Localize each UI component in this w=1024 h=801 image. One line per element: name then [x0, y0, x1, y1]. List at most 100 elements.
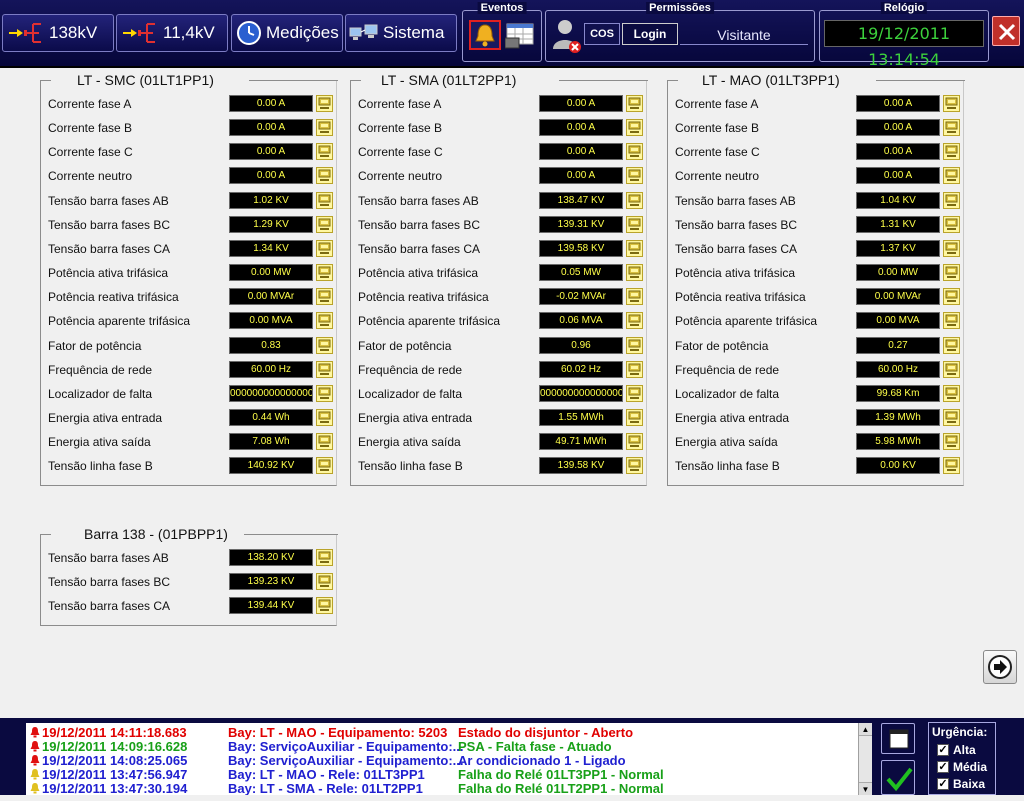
checkbox-alta[interactable]: ✓ — [937, 744, 949, 756]
point-detail-button[interactable] — [316, 360, 333, 378]
measurement-label: Localizador de falta — [358, 386, 463, 401]
point-detail-button[interactable] — [943, 264, 960, 282]
measurement-row: Potência reativa trifásica -0.02 MVAr — [351, 287, 646, 311]
point-detail-button[interactable] — [316, 336, 333, 354]
point-detail-button[interactable] — [943, 119, 960, 137]
point-detail-button[interactable] — [316, 384, 333, 402]
point-detail-button[interactable] — [943, 384, 960, 402]
point-detail-button[interactable] — [943, 239, 960, 257]
point-detail-button[interactable] — [626, 167, 643, 185]
point-detail-button[interactable] — [943, 95, 960, 112]
point-detail-button[interactable] — [316, 312, 333, 330]
point-detail-button[interactable] — [943, 336, 960, 354]
measurement-label: Corrente neutro — [675, 169, 760, 184]
point-detail-button[interactable] — [316, 549, 333, 566]
point-tag-icon — [627, 120, 642, 135]
point-detail-button[interactable] — [316, 457, 333, 475]
point-detail-button[interactable] — [316, 167, 333, 185]
point-detail-button[interactable] — [626, 336, 643, 354]
urgency-media[interactable]: ✓ Média — [937, 760, 987, 774]
point-detail-button[interactable] — [943, 360, 960, 378]
point-detail-button[interactable] — [626, 384, 643, 402]
event-list-scrollbar[interactable]: ▲ ▼ — [858, 723, 872, 795]
measurement-value: 60.00 Hz — [229, 360, 313, 378]
point-detail-button[interactable] — [943, 167, 960, 185]
point-detail-button[interactable] — [626, 312, 643, 330]
point-detail-button[interactable] — [316, 288, 333, 306]
point-detail-button[interactable] — [943, 408, 960, 426]
measurement-label: Potência reativa trifásica — [675, 290, 806, 305]
event-row[interactable]: 19/12/2011 13:47:56.947 Bay: LT - MAO - R… — [26, 767, 858, 782]
measurement-label: Potência ativa trifásica — [358, 266, 479, 281]
point-detail-button[interactable] — [943, 215, 960, 233]
urgency-baixa[interactable]: ✓ Baixa — [937, 777, 985, 791]
point-tag-icon — [317, 410, 332, 425]
point-detail-button[interactable] — [316, 215, 333, 233]
point-detail-button[interactable] — [943, 143, 960, 161]
point-detail-button[interactable] — [626, 360, 643, 378]
window-toggle-button[interactable] — [881, 723, 915, 754]
event-table-button[interactable] — [504, 20, 537, 50]
scroll-down-icon[interactable]: ▼ — [859, 782, 872, 795]
measurement-label: Energia ativa saída — [48, 435, 151, 450]
event-row[interactable]: 19/12/2011 14:11:18.683 Bay: LT - MAO - E… — [26, 725, 858, 740]
point-detail-button[interactable] — [626, 239, 643, 257]
point-detail-button[interactable] — [316, 433, 333, 451]
point-detail-button[interactable] — [943, 191, 960, 209]
nav-sistema-button[interactable]: Sistema — [345, 14, 457, 52]
nav-11kv-button[interactable]: 11,4kV — [116, 14, 228, 52]
checkbox-baixa[interactable]: ✓ — [937, 778, 949, 790]
point-detail-button[interactable] — [316, 143, 333, 161]
measurement-row: Corrente neutro 0.00 A — [41, 166, 336, 190]
bell-icon — [471, 24, 499, 52]
measurement-label: Energia ativa saída — [358, 435, 461, 450]
point-detail-button[interactable] — [626, 288, 643, 306]
login-button[interactable]: Login — [622, 23, 678, 45]
point-detail-button[interactable] — [626, 457, 643, 475]
point-detail-button[interactable] — [943, 312, 960, 330]
acknowledge-button[interactable] — [881, 760, 915, 795]
measurement-row: Tensão barra fases CA 1.34 KV — [41, 239, 336, 263]
point-detail-button[interactable] — [626, 264, 643, 282]
urgency-alta[interactable]: ✓ Alta — [937, 743, 976, 757]
point-detail-button[interactable] — [626, 119, 643, 137]
point-detail-button[interactable] — [626, 433, 643, 451]
point-detail-button[interactable] — [943, 457, 960, 475]
event-row[interactable]: 19/12/2011 14:09:16.628 Bay: ServiçoAuxil… — [26, 739, 858, 754]
point-detail-button[interactable] — [316, 573, 333, 591]
measurement-label: Corrente fase A — [358, 97, 442, 111]
point-detail-button[interactable] — [316, 597, 333, 615]
measurement-row: Energia ativa saída 7.08 Wh — [41, 432, 336, 456]
point-detail-button[interactable] — [316, 191, 333, 209]
point-detail-button[interactable] — [316, 239, 333, 257]
close-button[interactable] — [992, 16, 1020, 46]
measurement-value: 7.08 Wh — [229, 433, 313, 451]
alarm-bell-button[interactable] — [469, 20, 501, 50]
user-name-field: Visitante — [680, 23, 808, 45]
scroll-up-icon[interactable]: ▲ — [859, 723, 872, 736]
event-description: Falha do Relé 01LT2PP1 - Normal — [458, 781, 664, 795]
measurement-value: 139.58 KV — [539, 239, 623, 257]
point-detail-button[interactable] — [626, 95, 643, 112]
event-row[interactable]: 19/12/2011 14:08:25.065 Bay: ServiçoAuxil… — [26, 753, 858, 768]
point-detail-button[interactable] — [316, 119, 333, 137]
point-detail-button[interactable] — [626, 215, 643, 233]
measurement-row: Tensão barra fases CA 1.37 KV — [668, 239, 963, 263]
next-page-button[interactable] — [983, 650, 1017, 684]
checkbox-media[interactable]: ✓ — [937, 761, 949, 773]
point-detail-button[interactable] — [943, 288, 960, 306]
event-row[interactable]: 19/12/2011 13:47:30.194 Bay: LT - SMA - R… — [26, 781, 858, 795]
point-detail-button[interactable] — [943, 433, 960, 451]
point-detail-button[interactable] — [316, 95, 333, 112]
nav-138kv-button[interactable]: 138kV — [2, 14, 114, 52]
event-bay: Bay: LT - MAO - Rele: 01LT3PP1 — [228, 767, 425, 782]
point-detail-button[interactable] — [316, 408, 333, 426]
point-detail-button[interactable] — [626, 408, 643, 426]
measurement-label: Tensão linha fase B — [48, 459, 153, 474]
nav-medicoes-button[interactable]: Medições — [231, 14, 343, 52]
point-detail-button[interactable] — [316, 264, 333, 282]
measurement-value: 0.00 MW — [856, 264, 940, 282]
point-detail-button[interactable] — [626, 191, 643, 209]
point-detail-button[interactable] — [626, 143, 643, 161]
measurement-label: Potência reativa trifásica — [358, 290, 489, 305]
